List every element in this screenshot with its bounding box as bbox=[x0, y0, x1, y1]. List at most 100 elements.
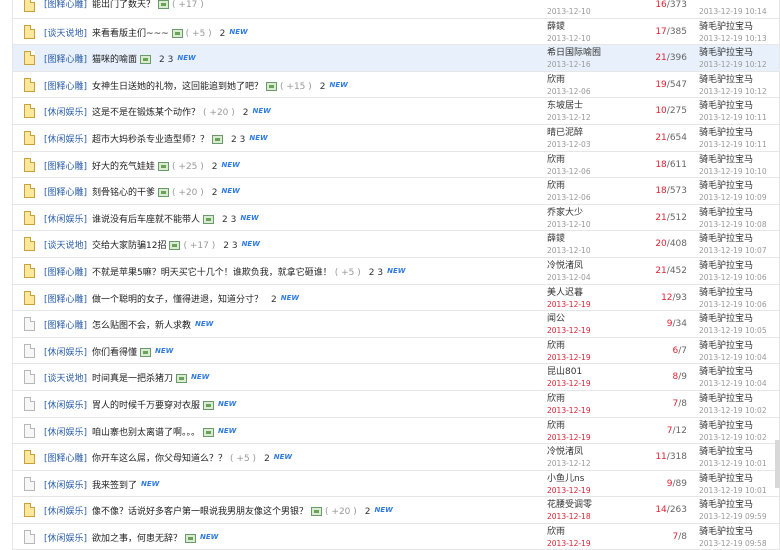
thread-row[interactable]: [图释心雕] 女神生日送她的礼物，这回能追到她了吧？( +15 ) 2 NEW 欣雨 20… bbox=[13, 71, 780, 99]
thread-title-link[interactable]: 来看看版主们~~~ bbox=[92, 29, 169, 39]
thread-title-link[interactable]: 这是不是在锻炼某个动作？ bbox=[92, 108, 200, 118]
last-reply-user[interactable]: 骑毛驴拉宝马 bbox=[699, 420, 780, 432]
thread-row[interactable]: [谈天说地] 来看看版主们~~~( +5 ) 2 NEW 薛鑁 2013-12-10 17/… bbox=[13, 18, 780, 46]
thread-category-link[interactable]: [图释心雕] bbox=[44, 162, 87, 172]
thread-category-link[interactable]: [休闲娱乐] bbox=[44, 135, 87, 145]
thread-title-link[interactable]: 谁说没有后车座就不能带人 bbox=[92, 215, 200, 225]
thread-row[interactable]: [图释心雕] 做一个聪明的女子，懂得进退，知道分寸？ 2 NEW 美人迟暮 2013-12… bbox=[13, 284, 780, 312]
last-reply-user[interactable]: 骑毛驴拉宝马 bbox=[699, 313, 780, 325]
last-reply-user[interactable]: 骑毛驴拉宝马 bbox=[699, 340, 780, 352]
thread-category-link[interactable]: [图释心雕] bbox=[44, 55, 87, 65]
page-links[interactable]: 2 bbox=[320, 82, 326, 92]
thread-row[interactable]: [休闲娱乐] 超市大妈秒杀专业造型师？？ 2 3 NEW 晴已泥醉 2013-12-03 2… bbox=[13, 124, 780, 152]
thread-row[interactable]: [图释心雕] 能出门了数天？( +17 ) 2013-12-10 16/373 2013… bbox=[13, 0, 779, 19]
thread-category-link[interactable]: [休闲娱乐] bbox=[44, 534, 87, 544]
thread-category-link[interactable]: [休闲娱乐] bbox=[44, 481, 87, 491]
scrollbar-thumb[interactable] bbox=[775, 440, 780, 488]
last-reply-user[interactable]: 骑毛驴拉宝马 bbox=[699, 366, 780, 378]
last-reply-user[interactable]: 骑毛驴拉宝马 bbox=[699, 127, 780, 139]
last-reply-user[interactable]: 骑毛驴拉宝马 bbox=[699, 260, 780, 272]
thread-row[interactable]: [谈天说地] 时间真是一把杀猪刀 NEW 昆山801 2013-12-19 8/9 骑毛驴拉… bbox=[13, 364, 779, 391]
thread-row[interactable]: [谈天说地] 交给大家防骗12招( +17 ) 2 3 NEW 薛鑁 2013-12-10… bbox=[13, 231, 779, 258]
thread-title-link[interactable]: 能出门了数天？ bbox=[92, 0, 155, 10]
thread-title-link[interactable]: 好大的充气娃娃 bbox=[92, 162, 155, 172]
thread-title-link[interactable]: 像不像？话说好多客户第一眼说我男朋友像这个男银？ bbox=[92, 507, 308, 517]
thread-category-link[interactable]: [谈天说地] bbox=[44, 241, 87, 251]
thread-title-link[interactable]: 怎么贴图不会，新人求教 bbox=[92, 321, 191, 331]
last-reply-user[interactable]: 骑毛驴拉宝马 bbox=[699, 74, 780, 86]
last-reply-user[interactable]: 骑毛驴拉宝马 bbox=[699, 47, 780, 59]
thread-category-link[interactable]: [休闲娱乐] bbox=[44, 428, 87, 438]
last-reply-user[interactable]: 骑毛驴拉宝马 bbox=[699, 526, 780, 538]
thread-category-link[interactable]: [图释心雕] bbox=[44, 454, 87, 464]
thread-row[interactable]: [图释心雕] 你开车这么屌，你父母知道么？？( +5 ) 2 NEW 冷悦渚凤 2013-… bbox=[13, 444, 779, 471]
page-links[interactable]: 2 bbox=[365, 507, 371, 517]
thread-title-link[interactable]: 胃人的时候千万要穿对衣服 bbox=[92, 401, 200, 411]
page-links[interactable]: 2 bbox=[264, 454, 270, 464]
thread-category-link[interactable]: [休闲娱乐] bbox=[44, 215, 87, 225]
page-links[interactable]: 2 3 bbox=[231, 135, 245, 145]
page-links[interactable]: 2 3 bbox=[369, 268, 383, 278]
last-reply-user[interactable]: 骑毛驴拉宝马 bbox=[699, 499, 780, 511]
thread-row[interactable]: [休闲娱乐] 你们看得懂 NEW 欣雨 2013-12-19 6/7 骑毛驴拉宝马 2013-… bbox=[13, 337, 780, 365]
thread-title-link[interactable]: 欲加之事，何患无辞？ bbox=[92, 534, 182, 544]
page-links[interactable]: 2 3 bbox=[222, 215, 236, 225]
thread-category-link[interactable]: [谈天说地] bbox=[44, 29, 87, 39]
page-links[interactable]: 2 bbox=[271, 295, 277, 305]
thread-category-link[interactable]: [休闲娱乐] bbox=[44, 348, 87, 358]
thread-category-link[interactable]: [图释心雕] bbox=[44, 268, 87, 278]
thread-row[interactable]: [休闲娱乐] 我来签到了 NEW 小鱼儿ns 2013-12-19 9/89 骑毛驴拉宝马 2… bbox=[13, 470, 780, 498]
thread-title-link[interactable]: 超市大妈秒杀专业造型师？？ bbox=[92, 135, 209, 145]
thread-row[interactable]: [图释心雕] 刻骨铭心的干爹( +20 ) 2 NEW 欣雨 2013-12-06 18/5… bbox=[13, 178, 779, 205]
last-reply-user[interactable]: 骑毛驴拉宝马 bbox=[699, 233, 780, 245]
hot-thread-icon bbox=[23, 237, 37, 252]
thread-title-link[interactable]: 你们看得懂 bbox=[92, 348, 137, 358]
thread-category-link[interactable]: [图释心雕] bbox=[44, 82, 87, 92]
thread-category-link[interactable]: [图释心雕] bbox=[44, 295, 87, 305]
thread-row[interactable]: [图释心雕] 好大的充气娃娃( +25 ) 2 NEW 欣雨 2013-12-06 18/6… bbox=[13, 151, 780, 179]
thread-row[interactable]: [休闲娱乐] 胃人的时候千万要穿对衣服 NEW 欣雨 2013-12-19 7/8 骑毛驴拉… bbox=[13, 390, 780, 418]
thread-row[interactable]: [图释心雕] 怎么贴图不会，新人求教 NEW 闻公 2013-12-19 9/34 骑毛驴拉… bbox=[13, 311, 779, 338]
page-links[interactable]: 2 3 bbox=[159, 55, 173, 65]
thread-title-link[interactable]: 咱山寨也别太离谱了啊。。。 bbox=[92, 428, 200, 438]
thread-title-link[interactable]: 女神生日送她的礼物，这回能追到她了吧？ bbox=[92, 82, 263, 92]
page-links[interactable]: 2 bbox=[212, 188, 218, 198]
page-links[interactable]: 2 bbox=[220, 29, 226, 39]
thread-row[interactable]: [图释心雕] 猫咪的喻面 2 3 NEW 希日国际喻囿 2013-12-16 21/396 骑… bbox=[13, 45, 779, 72]
thread-row[interactable]: [休闲娱乐] 这是不是在锻炼某个动作？( +20 ) 2 NEW 东坡居士 2013-12… bbox=[13, 98, 779, 125]
page-links[interactable]: 2 bbox=[212, 162, 218, 172]
thread-title-link[interactable]: 你开车这么屌，你父母知道么？？ bbox=[92, 454, 227, 464]
last-reply-user[interactable]: 骑毛驴拉宝马 bbox=[699, 154, 780, 166]
thread-row[interactable]: [休闲娱乐] 谁说没有后车座就不能带人 2 3 NEW 乔家大少 2013-12-10 21… bbox=[13, 204, 780, 232]
thread-category-link[interactable]: [谈天说地] bbox=[44, 374, 87, 384]
thread-category-link[interactable]: [图释心雕] bbox=[44, 188, 87, 198]
thread-category-link[interactable]: [休闲娱乐] bbox=[44, 507, 87, 517]
thread-category-link[interactable]: [图释心雕] bbox=[44, 0, 87, 10]
new-badge-icon: NEW bbox=[141, 479, 160, 488]
last-reply-user[interactable]: 骑毛驴拉宝马 bbox=[699, 180, 780, 192]
thread-title-link[interactable]: 不就是苹果5嘛？明天买它十几个！谁欺负我，就拿它砸谁！ bbox=[92, 268, 332, 278]
last-reply-user[interactable]: 骑毛驴拉宝马 bbox=[699, 100, 780, 112]
thread-category-link[interactable]: [图释心雕] bbox=[44, 321, 87, 331]
last-reply-user[interactable]: 骑毛驴拉宝马 bbox=[699, 207, 780, 219]
thread-row[interactable]: [休闲娱乐] 咱山寨也别太离谱了啊。。。 NEW 欣雨 2013-12-19 7/12 骑毛… bbox=[13, 417, 780, 445]
thread-title-link[interactable]: 交给大家防骗12招 bbox=[92, 241, 166, 251]
reply-count: 21 bbox=[655, 265, 667, 276]
page-links[interactable]: 2 3 bbox=[223, 241, 237, 251]
last-reply-user[interactable]: 骑毛驴拉宝马 bbox=[699, 21, 780, 33]
page-links[interactable]: 2 bbox=[243, 108, 249, 118]
thread-category-link[interactable]: [休闲娱乐] bbox=[44, 401, 87, 411]
thread-category-link[interactable]: [休闲娱乐] bbox=[44, 108, 87, 118]
thread-title-link[interactable]: 刻骨铭心的干爹 bbox=[92, 188, 155, 198]
last-reply-user[interactable]: 骑毛驴拉宝马 bbox=[699, 393, 780, 405]
last-reply-user[interactable]: 骑毛驴拉宝马 bbox=[699, 287, 780, 299]
thread-title-link[interactable]: 时间真是一把杀猪刀 bbox=[92, 374, 173, 384]
thread-row[interactable]: [休闲娱乐] 欲加之事，何患无辞？ NEW 欣雨 2013-12-19 7/8 骑毛驴拉宝马… bbox=[13, 523, 780, 550]
thread-title-link[interactable]: 我来签到了 bbox=[92, 481, 137, 491]
thread-row[interactable]: [休闲娱乐] 像不像？话说好多客户第一眼说我男朋友像这个男银？ ( +20 ) 2 NE… bbox=[13, 497, 779, 524]
last-reply-user[interactable]: 骑毛驴拉宝马 bbox=[699, 446, 780, 458]
thread-row[interactable]: [图释心雕] 不就是苹果5嘛？明天买它十几个！谁欺负我，就拿它砸谁！( +5 ) 2… bbox=[13, 257, 780, 285]
thread-title-link[interactable]: 猫咪的喻面 bbox=[92, 55, 137, 65]
last-reply-user[interactable]: 骑毛驴拉宝马 bbox=[699, 473, 780, 485]
thread-title-link[interactable]: 做一个聪明的女子，懂得进退，知道分寸？ bbox=[92, 295, 263, 305]
